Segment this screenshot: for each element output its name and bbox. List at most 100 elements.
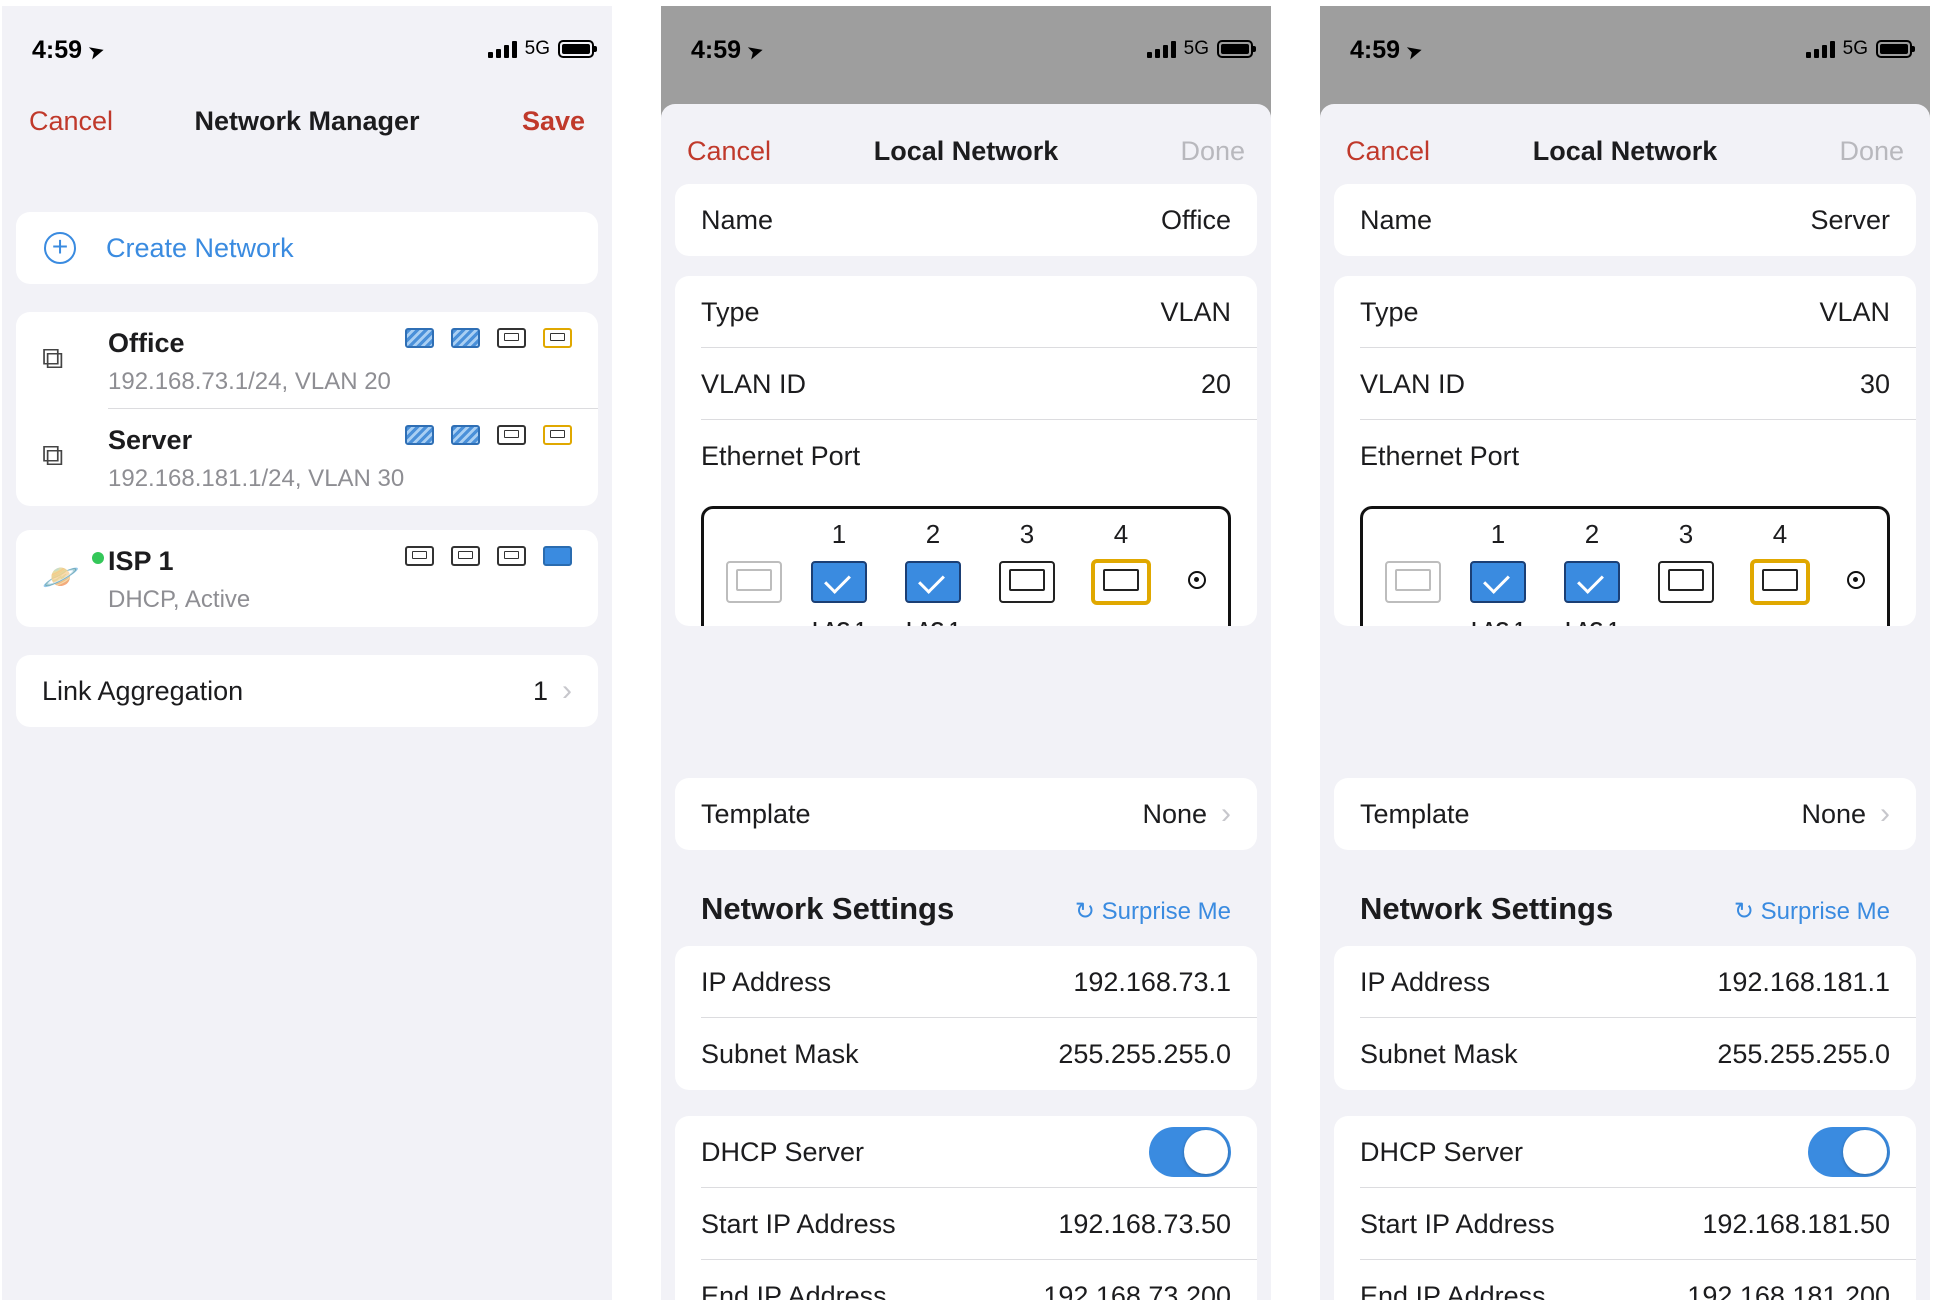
name-row[interactable]: Name Office [675, 184, 1257, 256]
surprise-me-button[interactable]: ↻ Surprise Me [1075, 897, 1231, 926]
ip-address-label: IP Address [701, 966, 832, 997]
subnet-mask-row[interactable]: Subnet Mask 255.255.255.0 [1334, 1018, 1916, 1090]
port-4-button[interactable] [1093, 561, 1149, 603]
type-row[interactable]: Type VLAN [675, 276, 1257, 348]
status-led-icon [1847, 571, 1865, 589]
port-2-button[interactable] [1564, 561, 1620, 603]
port-1-button[interactable] [1470, 561, 1526, 603]
template-label: Template [701, 798, 811, 829]
dhcp-card: DHCP Server Start IP Address 192.168.181… [1334, 1116, 1916, 1300]
cancel-button[interactable]: Cancel [1346, 136, 1430, 167]
template-row[interactable]: Template None › [675, 778, 1257, 850]
network-type: 5G [1842, 38, 1868, 59]
name-value: Server [1810, 204, 1890, 235]
isp-name: ISP 1 [108, 546, 174, 576]
network-type: 5G [524, 38, 550, 59]
template-label: Template [1360, 798, 1470, 829]
type-value: VLAN [1819, 296, 1890, 327]
port-icon [405, 425, 434, 445]
start-ip-row[interactable]: Start IP Address 192.168.181.50 [1334, 1188, 1916, 1260]
cancel-button[interactable]: Cancel [29, 106, 113, 137]
link-aggregation-row[interactable]: Link Aggregation 1 › [16, 655, 598, 727]
wan-port-icon [726, 561, 782, 603]
isp-detail: DHCP, Active [108, 586, 251, 613]
port-lag-label: LAG 1 [811, 619, 867, 626]
status-led-icon [1188, 571, 1206, 589]
nav-bar: Cancel Local Network Done [661, 136, 1271, 176]
status-bar: 4:59 ➤ 5G [661, 6, 1271, 96]
ethernet-port-label: Ethernet Port [1360, 440, 1520, 471]
create-network-button[interactable]: + Create Network [16, 212, 598, 284]
name-value: Office [1160, 204, 1231, 235]
template-card: Template None › [1334, 778, 1916, 850]
port-number: 3 [1678, 519, 1694, 549]
port-1-button[interactable] [811, 561, 867, 603]
start-ip-label: Start IP Address [701, 1208, 896, 1239]
list-item-server[interactable]: ⧉ Server 192.168.181.1/24, VLAN 30 [16, 409, 598, 506]
dhcp-server-toggle[interactable] [1808, 1127, 1890, 1177]
end-ip-label: End IP Address [701, 1280, 887, 1300]
start-ip-row[interactable]: Start IP Address 192.168.73.50 [675, 1188, 1257, 1260]
local-network-screen-server: 4:59 ➤ 5G Cancel Local Network Done Name … [1320, 6, 1930, 1300]
network-detail: 192.168.73.1/24, VLAN 20 [108, 368, 391, 395]
vlan-id-row[interactable]: VLAN ID 30 [1334, 348, 1916, 420]
switch-diagram: 1 LAG 1 2 LAG 1 3 4 [701, 506, 1231, 626]
vlan-id-value: 20 [1200, 368, 1231, 399]
end-ip-value: 192.168.73.200 [1043, 1280, 1231, 1300]
end-ip-row[interactable]: End IP Address 192.168.73.200 [675, 1260, 1257, 1300]
start-ip-value: 192.168.181.50 [1702, 1208, 1890, 1239]
template-row[interactable]: Template None › [1334, 778, 1916, 850]
end-ip-row[interactable]: End IP Address 192.168.181.200 [1334, 1260, 1916, 1300]
ip-card: IP Address 192.168.73.1 Subnet Mask 255.… [675, 946, 1257, 1090]
ethernet-port-row: Ethernet Port [1334, 420, 1916, 492]
name-row[interactable]: Name Server [1334, 184, 1916, 256]
vlan-id-row[interactable]: VLAN ID 20 [675, 348, 1257, 420]
refresh-icon: ↻ [1733, 898, 1761, 925]
nav-bar: Cancel Network Manager Save [2, 106, 612, 156]
port-lag-label: LAG 1 [905, 619, 961, 626]
network-manager-screen: 4:59 ➤ 5G Cancel Network Manager Save + C… [2, 6, 612, 1300]
subnet-mask-label: Subnet Mask [1360, 1038, 1518, 1069]
ip-card: IP Address 192.168.181.1 Subnet Mask 255… [1334, 946, 1916, 1090]
port-number: 1 [1490, 519, 1506, 549]
ip-address-row[interactable]: IP Address 192.168.73.1 [675, 946, 1257, 1018]
type-row[interactable]: Type VLAN [1334, 276, 1916, 348]
port-icon [497, 546, 526, 566]
save-button[interactable]: Save [522, 106, 585, 137]
signal-icon [1146, 40, 1176, 58]
dhcp-server-toggle[interactable] [1149, 1127, 1231, 1177]
name-card: Name Office [675, 184, 1257, 256]
list-item-isp[interactable]: 🪐 ISP 1 DHCP, Active [16, 530, 598, 627]
template-value: None [1801, 798, 1866, 829]
subnet-mask-row[interactable]: Subnet Mask 255.255.255.0 [675, 1018, 1257, 1090]
status-time: 4:59 [32, 36, 83, 64]
done-button[interactable]: Done [1839, 136, 1904, 167]
globe-icon: 🪐 [42, 561, 80, 594]
port-icon [497, 328, 526, 348]
chevron-right-icon: › [1221, 797, 1231, 830]
list-item-office[interactable]: ⧉ Office 192.168.73.1/24, VLAN 20 [16, 312, 598, 409]
sheet: Cancel Local Network Done Name Office Ty… [661, 104, 1271, 1300]
end-ip-label: End IP Address [1360, 1280, 1546, 1300]
cancel-button[interactable]: Cancel [687, 136, 771, 167]
port-3-button[interactable] [1658, 561, 1714, 603]
dhcp-server-label: DHCP Server [1360, 1136, 1524, 1167]
port-2-button[interactable] [905, 561, 961, 603]
port-icon [451, 546, 480, 566]
port-icon [451, 328, 480, 348]
network-settings-header: Network Settings ↻ Surprise Me [1360, 891, 1890, 927]
wan-port-icon [1385, 561, 1441, 603]
port-3-button[interactable] [999, 561, 1055, 603]
port-4-button[interactable] [1752, 561, 1808, 603]
port-number: 2 [1584, 519, 1600, 549]
status-bar: 4:59 ➤ 5G [2, 6, 612, 96]
port-icon [543, 425, 572, 445]
plus-circle-icon: + [44, 232, 76, 264]
network-topology-icon: ⧉ [42, 439, 64, 472]
vlan-id-label: VLAN ID [701, 368, 807, 399]
dhcp-server-row: DHCP Server [1334, 1116, 1916, 1188]
surprise-me-button[interactable]: ↻ Surprise Me [1734, 897, 1890, 926]
ip-address-row[interactable]: IP Address 192.168.181.1 [1334, 946, 1916, 1018]
nav-bar: Cancel Local Network Done [1320, 136, 1930, 176]
done-button[interactable]: Done [1180, 136, 1245, 167]
